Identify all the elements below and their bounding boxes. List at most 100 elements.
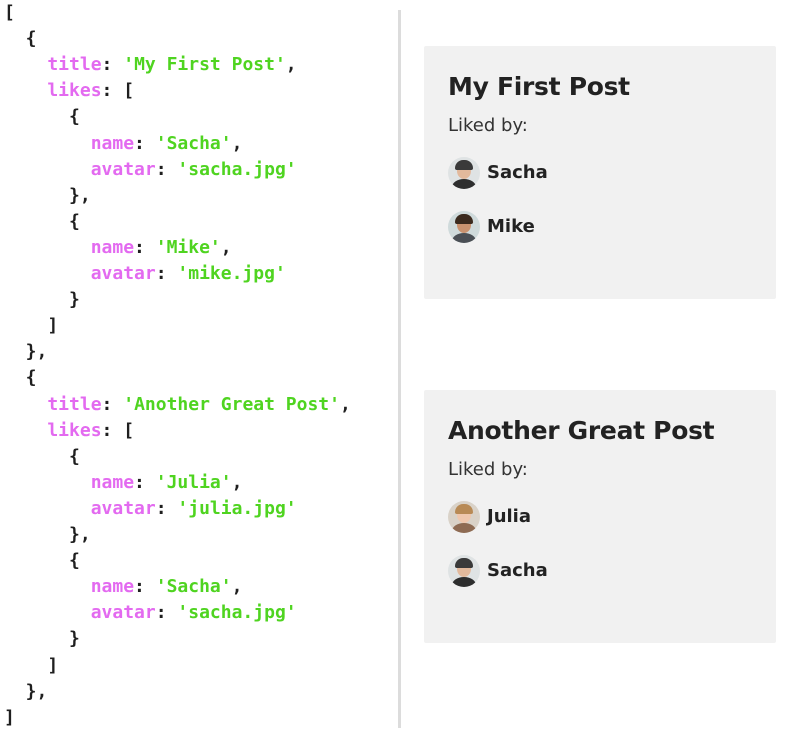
liked-by-label: Liked by: bbox=[448, 459, 528, 480]
code-punctuation: { bbox=[4, 367, 37, 389]
code-line: likes: [ bbox=[4, 420, 134, 442]
like-item: Mike bbox=[448, 210, 752, 244]
code-punctuation: : [ bbox=[101, 80, 135, 102]
code-punctuation: }, bbox=[4, 680, 48, 702]
sacha-avatar-icon bbox=[448, 555, 480, 587]
code-punctuation: , bbox=[285, 54, 297, 76]
code-punctuation: ] bbox=[4, 706, 15, 728]
code-line: } bbox=[4, 289, 80, 311]
code-line: { bbox=[4, 367, 37, 389]
post-card: Another Great Post Liked by: Julia Sacha bbox=[424, 390, 776, 643]
code-punctuation: { bbox=[4, 28, 37, 50]
code-key: likes bbox=[4, 80, 102, 102]
like-item: Julia bbox=[448, 500, 752, 534]
code-line: ] bbox=[4, 315, 58, 337]
code-key: avatar bbox=[4, 158, 156, 180]
code-string: 'Julia' bbox=[155, 471, 232, 493]
code-line: ] bbox=[4, 655, 58, 677]
code-punctuation: : bbox=[101, 393, 124, 415]
code-punctuation: ] bbox=[4, 315, 59, 337]
code-punctuation: { bbox=[4, 550, 80, 572]
code-punctuation: }, bbox=[4, 184, 91, 206]
code-punctuation: [ bbox=[4, 2, 15, 23]
code-line: { bbox=[4, 28, 37, 50]
code-string: 'mike.jpg' bbox=[177, 263, 286, 284]
likes-list: Sacha Mike bbox=[448, 156, 752, 244]
code-punctuation: { bbox=[4, 210, 80, 232]
post-title: My First Post bbox=[448, 72, 630, 101]
mike-avatar-icon bbox=[448, 211, 480, 243]
code-punctuation: ] bbox=[4, 654, 59, 676]
code-string: 'Mike' bbox=[155, 236, 221, 258]
code-key: name bbox=[4, 132, 135, 154]
like-name: Julia bbox=[487, 506, 531, 527]
code-punctuation: { bbox=[4, 106, 80, 128]
code-punctuation: : bbox=[134, 576, 156, 598]
like-name: Sacha bbox=[487, 162, 548, 183]
code-line: avatar: 'sacha.jpg' bbox=[4, 602, 297, 624]
code-key: avatar bbox=[4, 602, 156, 624]
code-line: avatar: 'julia.jpg' bbox=[4, 498, 297, 520]
code-line: }, bbox=[4, 524, 91, 546]
code-line: avatar: 'mike.jpg' bbox=[4, 263, 286, 285]
code-line: name: 'Julia', bbox=[4, 471, 243, 494]
code-line: }, bbox=[4, 341, 48, 363]
like-item: Sacha bbox=[448, 156, 752, 190]
code-punctuation: : bbox=[155, 158, 178, 180]
code-line: [ bbox=[4, 2, 15, 24]
code-line: name: 'Sacha', bbox=[4, 132, 243, 155]
code-line: }, bbox=[4, 185, 91, 207]
liked-by-label: Liked by: bbox=[448, 115, 528, 136]
code-punctuation: { bbox=[4, 445, 80, 467]
likes-list: Julia Sacha bbox=[448, 500, 752, 588]
code-line: { bbox=[4, 446, 80, 468]
panel-divider bbox=[398, 10, 401, 728]
code-punctuation: : bbox=[101, 54, 124, 76]
code-line: ] bbox=[4, 707, 15, 729]
code-string: 'julia.jpg' bbox=[177, 497, 297, 519]
code-key: title bbox=[4, 54, 102, 76]
code-key: avatar bbox=[4, 497, 156, 519]
post-title: Another Great Post bbox=[448, 416, 715, 445]
code-line: { bbox=[4, 106, 80, 128]
code-line: title: 'Another Great Post', bbox=[4, 393, 351, 416]
code-key: name bbox=[4, 236, 135, 258]
code-punctuation: , bbox=[231, 576, 243, 598]
code-string: 'Another Great Post' bbox=[123, 393, 340, 415]
code-punctuation: } bbox=[4, 289, 80, 311]
code-string: 'Sacha' bbox=[155, 132, 232, 154]
code-string: 'sacha.jpg' bbox=[177, 158, 297, 180]
code-line: name: 'Sacha', bbox=[4, 576, 243, 598]
code-line: { bbox=[4, 211, 80, 233]
code-punctuation: , bbox=[220, 236, 232, 258]
code-punctuation: , bbox=[231, 471, 243, 493]
code-punctuation: : bbox=[155, 263, 178, 284]
code-key: avatar bbox=[4, 263, 156, 284]
code-key: title bbox=[4, 393, 102, 415]
sacha-avatar-icon bbox=[448, 157, 480, 189]
code-key: name bbox=[4, 576, 135, 598]
json-code-panel: [ { title: 'My First Post', likes: [ { n… bbox=[0, 0, 396, 736]
code-string: 'sacha.jpg' bbox=[177, 602, 297, 624]
code-punctuation: : bbox=[155, 497, 178, 519]
code-punctuation: }, bbox=[4, 341, 48, 363]
like-item: Sacha bbox=[448, 554, 752, 588]
julia-avatar-icon bbox=[448, 501, 480, 533]
code-punctuation: , bbox=[339, 393, 351, 415]
code-line: name: 'Mike', bbox=[4, 237, 232, 259]
code-key: likes bbox=[4, 419, 102, 441]
code-punctuation: , bbox=[231, 132, 243, 154]
code-punctuation: : bbox=[134, 236, 156, 258]
code-key: name bbox=[4, 471, 135, 493]
post-card: My First Post Liked by: Sacha Mike bbox=[424, 46, 776, 299]
code-line: avatar: 'sacha.jpg' bbox=[4, 159, 297, 181]
code-punctuation: } bbox=[4, 628, 80, 650]
code-string: 'My First Post' bbox=[123, 54, 286, 76]
code-line: }, bbox=[4, 680, 48, 703]
like-name: Sacha bbox=[487, 560, 548, 581]
code-punctuation: : bbox=[134, 471, 156, 493]
code-punctuation: : bbox=[155, 602, 178, 624]
code-punctuation: : bbox=[134, 132, 156, 154]
code-line: likes: [ bbox=[4, 80, 134, 102]
code-punctuation: }, bbox=[4, 524, 91, 545]
